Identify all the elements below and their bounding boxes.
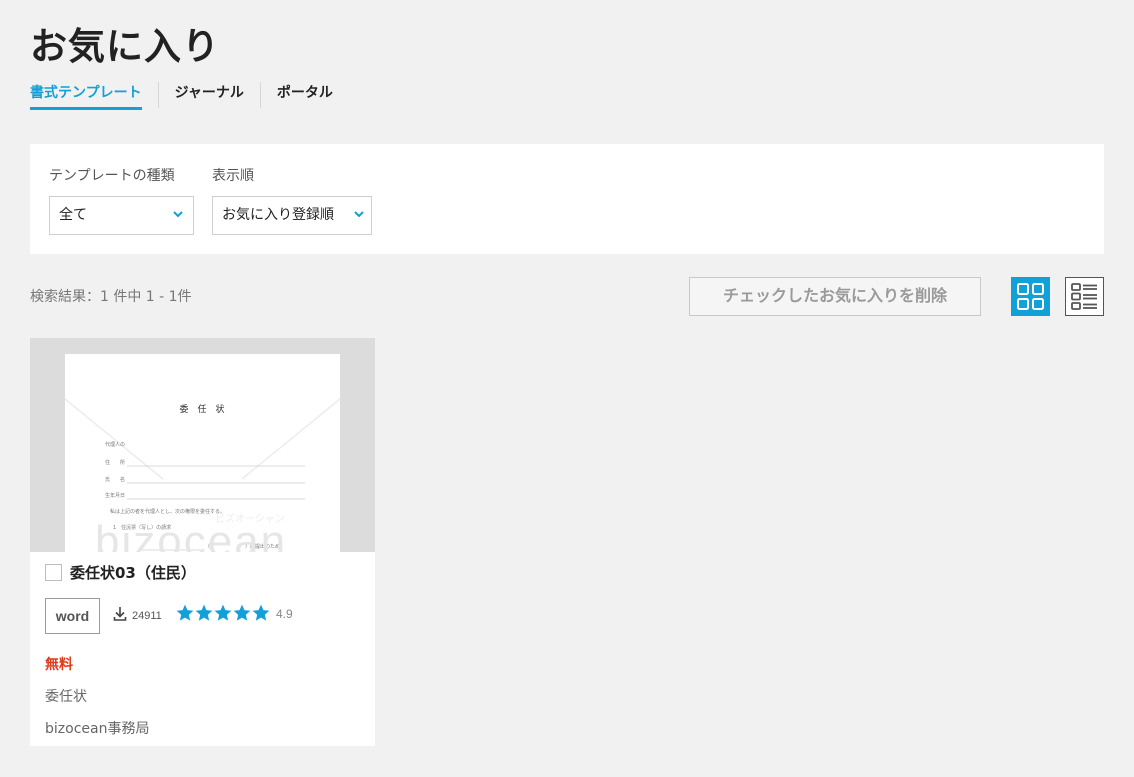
sort-order-filter: 表示順 bbox=[212, 166, 254, 186]
template-type-select[interactable]: 全て bbox=[49, 196, 194, 235]
star-icon bbox=[176, 604, 194, 621]
document-line: 氏 名 bbox=[105, 476, 125, 483]
star-icon bbox=[214, 604, 232, 621]
tab-divider bbox=[259, 82, 261, 108]
author-label: bizocean事務局 bbox=[45, 721, 150, 737]
template-type-value: 全て bbox=[59, 207, 87, 223]
list-view-button[interactable] bbox=[1065, 277, 1104, 316]
template-type-filter: テンプレートの種類 bbox=[49, 166, 175, 186]
sort-order-select[interactable]: お気に入り登録順 bbox=[212, 196, 372, 235]
tab-journal[interactable]: ジャーナル bbox=[175, 82, 244, 110]
star-icon bbox=[195, 604, 213, 621]
template-type-label: テンプレートの種類 bbox=[49, 168, 175, 184]
download-count: 24911 bbox=[132, 610, 162, 622]
document-preview: 委 任 状 代理人の 住 所 氏 名 生年月日 私は上記の者を代理人とし、次の権… bbox=[64, 354, 341, 552]
watermark-kana: ビズオーシャン bbox=[215, 512, 285, 525]
document-line: 私は上記の者を代理人とし、次の権限を委任する。 bbox=[110, 508, 225, 515]
document-line: 住 所 bbox=[105, 459, 125, 466]
tab-divider bbox=[157, 82, 159, 108]
list-view-icon bbox=[1071, 283, 1097, 310]
document-line: 生年月日 bbox=[105, 492, 125, 499]
category-label: 委任状 bbox=[45, 689, 87, 705]
delete-checked-favorites-button[interactable]: チェックしたお気に入りを削除 bbox=[689, 277, 981, 316]
format-badge: word bbox=[45, 598, 100, 634]
tab-templates[interactable]: 書式テンプレート bbox=[30, 82, 142, 110]
favorite-checkbox[interactable] bbox=[45, 564, 62, 581]
tab-portal[interactable]: ポータル bbox=[277, 82, 333, 110]
star-icon bbox=[233, 604, 251, 621]
rating-value: 4.9 bbox=[276, 607, 293, 621]
document-preview-image: 委 任 状 代理人の 住 所 氏 名 生年月日 私は上記の者を代理人とし、次の権… bbox=[64, 398, 341, 552]
document-heading: 委 任 状 bbox=[179, 403, 224, 415]
download-icon bbox=[113, 607, 127, 621]
result-count: 検索結果：1 件中 1 - 1件 bbox=[30, 289, 192, 305]
chevron-down-icon bbox=[354, 211, 364, 218]
filter-panel: テンプレートの種類 全て 表示順 お気に入り登録順 bbox=[30, 144, 1104, 254]
template-title-link[interactable]: 委任状03（住民） bbox=[70, 562, 196, 583]
chevron-down-icon bbox=[173, 211, 183, 218]
tab-bar: 書式テンプレート ジャーナル ポータル bbox=[30, 82, 333, 112]
template-thumbnail[interactable]: 委 任 状 代理人の 住 所 氏 名 生年月日 私は上記の者を代理人とし、次の権… bbox=[30, 338, 375, 552]
grid-view-button[interactable] bbox=[1011, 277, 1050, 316]
document-line: 代理人の bbox=[105, 441, 125, 448]
page-title: お気に入り bbox=[30, 24, 220, 68]
rating-stars bbox=[175, 603, 270, 623]
sort-order-value: お気に入り登録順 bbox=[222, 207, 334, 223]
template-card: 委 任 状 代理人の 住 所 氏 名 生年月日 私は上記の者を代理人とし、次の権… bbox=[30, 338, 375, 746]
star-icon bbox=[252, 604, 270, 621]
sort-order-label: 表示順 bbox=[212, 168, 254, 184]
grid-view-icon bbox=[1017, 283, 1044, 310]
price-label: 無料 bbox=[45, 657, 73, 673]
